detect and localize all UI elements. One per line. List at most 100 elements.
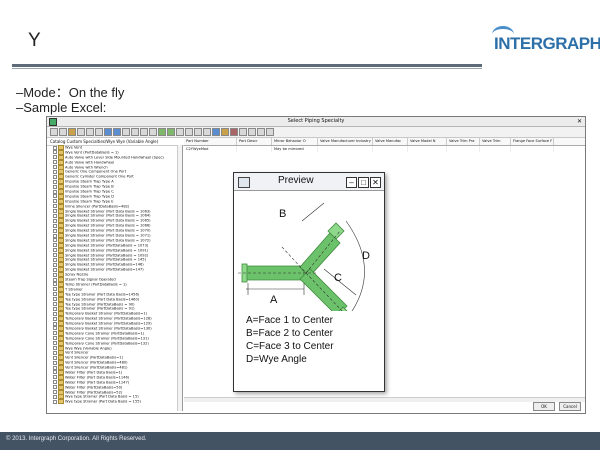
- expand-icon[interactable]: [53, 228, 57, 233]
- expand-icon[interactable]: [53, 204, 57, 209]
- expand-icon[interactable]: [53, 297, 57, 302]
- toolbar-button-icon[interactable]: [149, 128, 157, 136]
- toolbar-button-icon[interactable]: [77, 128, 85, 136]
- expand-icon[interactable]: [53, 380, 57, 385]
- expand-icon[interactable]: [53, 267, 57, 272]
- ok-button[interactable]: OK: [533, 402, 555, 411]
- expand-icon[interactable]: [53, 238, 57, 243]
- expand-icon[interactable]: [53, 253, 57, 258]
- expand-icon[interactable]: [53, 311, 57, 316]
- column-header[interactable]: Valve Trim: [480, 138, 511, 145]
- expand-icon[interactable]: [53, 248, 57, 253]
- preview-close-button[interactable]: ✕: [370, 177, 381, 188]
- toolbar-button-icon[interactable]: [239, 128, 247, 136]
- expand-icon[interactable]: [53, 213, 57, 218]
- toolbar-button-icon[interactable]: [50, 128, 58, 136]
- expand-icon[interactable]: [53, 331, 57, 336]
- expand-icon[interactable]: [53, 257, 57, 262]
- expand-icon[interactable]: [53, 184, 57, 189]
- expand-icon[interactable]: [53, 370, 57, 375]
- expand-icon[interactable]: [53, 277, 57, 282]
- toolbar-button-icon[interactable]: [59, 128, 67, 136]
- expand-icon[interactable]: [53, 316, 57, 321]
- expand-icon[interactable]: [53, 199, 57, 204]
- expand-icon[interactable]: [53, 321, 57, 326]
- toolbar-button-icon[interactable]: [203, 128, 211, 136]
- expand-icon[interactable]: [53, 326, 57, 331]
- table-cell[interactable]: [408, 146, 447, 152]
- expand-icon[interactable]: [53, 292, 57, 297]
- expand-icon[interactable]: [53, 223, 57, 228]
- toolbar-button-icon[interactable]: [194, 128, 202, 136]
- expand-icon[interactable]: [53, 346, 57, 351]
- toolbar-button-icon[interactable]: [95, 128, 103, 136]
- grid-horizontal-scrollbar[interactable]: [184, 397, 585, 402]
- toolbar-button-icon[interactable]: [122, 128, 130, 136]
- expand-icon[interactable]: [53, 209, 57, 214]
- toolbar-button-icon[interactable]: [221, 128, 229, 136]
- toolbar-button-icon[interactable]: [158, 128, 166, 136]
- expand-icon[interactable]: [53, 390, 57, 395]
- toolbar-button-icon[interactable]: [68, 128, 76, 136]
- column-header[interactable]: Valve Manufacturer Industry Pra: [318, 138, 373, 145]
- expand-icon[interactable]: [53, 194, 57, 199]
- maximize-button[interactable]: □: [358, 177, 369, 188]
- expand-icon[interactable]: [53, 287, 57, 292]
- expand-icon[interactable]: [53, 394, 57, 399]
- toolbar-button-icon[interactable]: [140, 128, 148, 136]
- column-header[interactable]: Flange Face Surface F: [511, 138, 554, 145]
- minimize-button[interactable]: –: [346, 177, 357, 188]
- expand-icon[interactable]: [53, 355, 57, 360]
- expand-icon[interactable]: [53, 336, 57, 341]
- expand-icon[interactable]: [53, 341, 57, 346]
- column-header[interactable]: Part Number: [184, 138, 237, 145]
- toolbar-button-icon[interactable]: [86, 128, 94, 136]
- column-header[interactable]: Part Descr: [237, 138, 272, 145]
- table-cell[interactable]: [373, 146, 408, 152]
- tree-item[interactable]: Wye type Strainer (Part Data Basis = 155…: [47, 399, 182, 405]
- expand-icon[interactable]: [53, 243, 57, 248]
- expand-icon[interactable]: [53, 375, 57, 380]
- toolbar-button-icon[interactable]: [266, 128, 274, 136]
- expand-icon[interactable]: [53, 360, 57, 365]
- column-header[interactable]: Valve Model N: [408, 138, 447, 145]
- expand-icon[interactable]: [53, 262, 57, 267]
- expand-icon[interactable]: [53, 233, 57, 238]
- expand-icon[interactable]: [53, 145, 57, 150]
- path-value[interactable]: Custom Specialties/Wye Wye (Variable Ang…: [67, 139, 159, 144]
- expand-icon[interactable]: [53, 179, 57, 184]
- column-header[interactable]: Valve Manufac: [373, 138, 408, 145]
- table-cell[interactable]: [237, 146, 272, 152]
- table-cell[interactable]: [447, 146, 480, 152]
- toolbar-button-icon[interactable]: [230, 128, 238, 136]
- toolbar-button-icon[interactable]: [176, 128, 184, 136]
- expand-icon[interactable]: [53, 385, 57, 390]
- expand-icon[interactable]: [53, 365, 57, 370]
- table-cell[interactable]: May be mirrored: [272, 146, 318, 152]
- toolbar-button-icon[interactable]: [185, 128, 193, 136]
- table-cell[interactable]: [511, 146, 554, 152]
- column-header[interactable]: Valve Trim Pra: [447, 138, 480, 145]
- close-icon[interactable]: ✕: [577, 117, 582, 126]
- table-cell[interactable]: C2YWyeMod: [184, 146, 237, 152]
- expand-icon[interactable]: [53, 155, 57, 160]
- expand-icon[interactable]: [53, 272, 57, 277]
- toolbar-button-icon[interactable]: [113, 128, 121, 136]
- expand-icon[interactable]: [53, 218, 57, 223]
- expand-icon[interactable]: [53, 306, 57, 311]
- toolbar-button-icon[interactable]: [167, 128, 175, 136]
- expand-icon[interactable]: [53, 165, 57, 170]
- table-cell[interactable]: [480, 146, 511, 152]
- table-cell[interactable]: [318, 146, 373, 152]
- toolbar-button-icon[interactable]: [131, 128, 139, 136]
- expand-icon[interactable]: [53, 150, 57, 155]
- expand-icon[interactable]: [53, 399, 57, 404]
- expand-icon[interactable]: [53, 302, 57, 306]
- expand-icon[interactable]: [53, 350, 57, 355]
- expand-icon[interactable]: [53, 282, 57, 287]
- toolbar-button-icon[interactable]: [104, 128, 112, 136]
- toolbar-button-icon[interactable]: [257, 128, 265, 136]
- toolbar-button-icon[interactable]: [248, 128, 256, 136]
- tree-scrollbar[interactable]: [177, 145, 182, 411]
- column-header[interactable]: Mirror Behavior O: [272, 138, 318, 145]
